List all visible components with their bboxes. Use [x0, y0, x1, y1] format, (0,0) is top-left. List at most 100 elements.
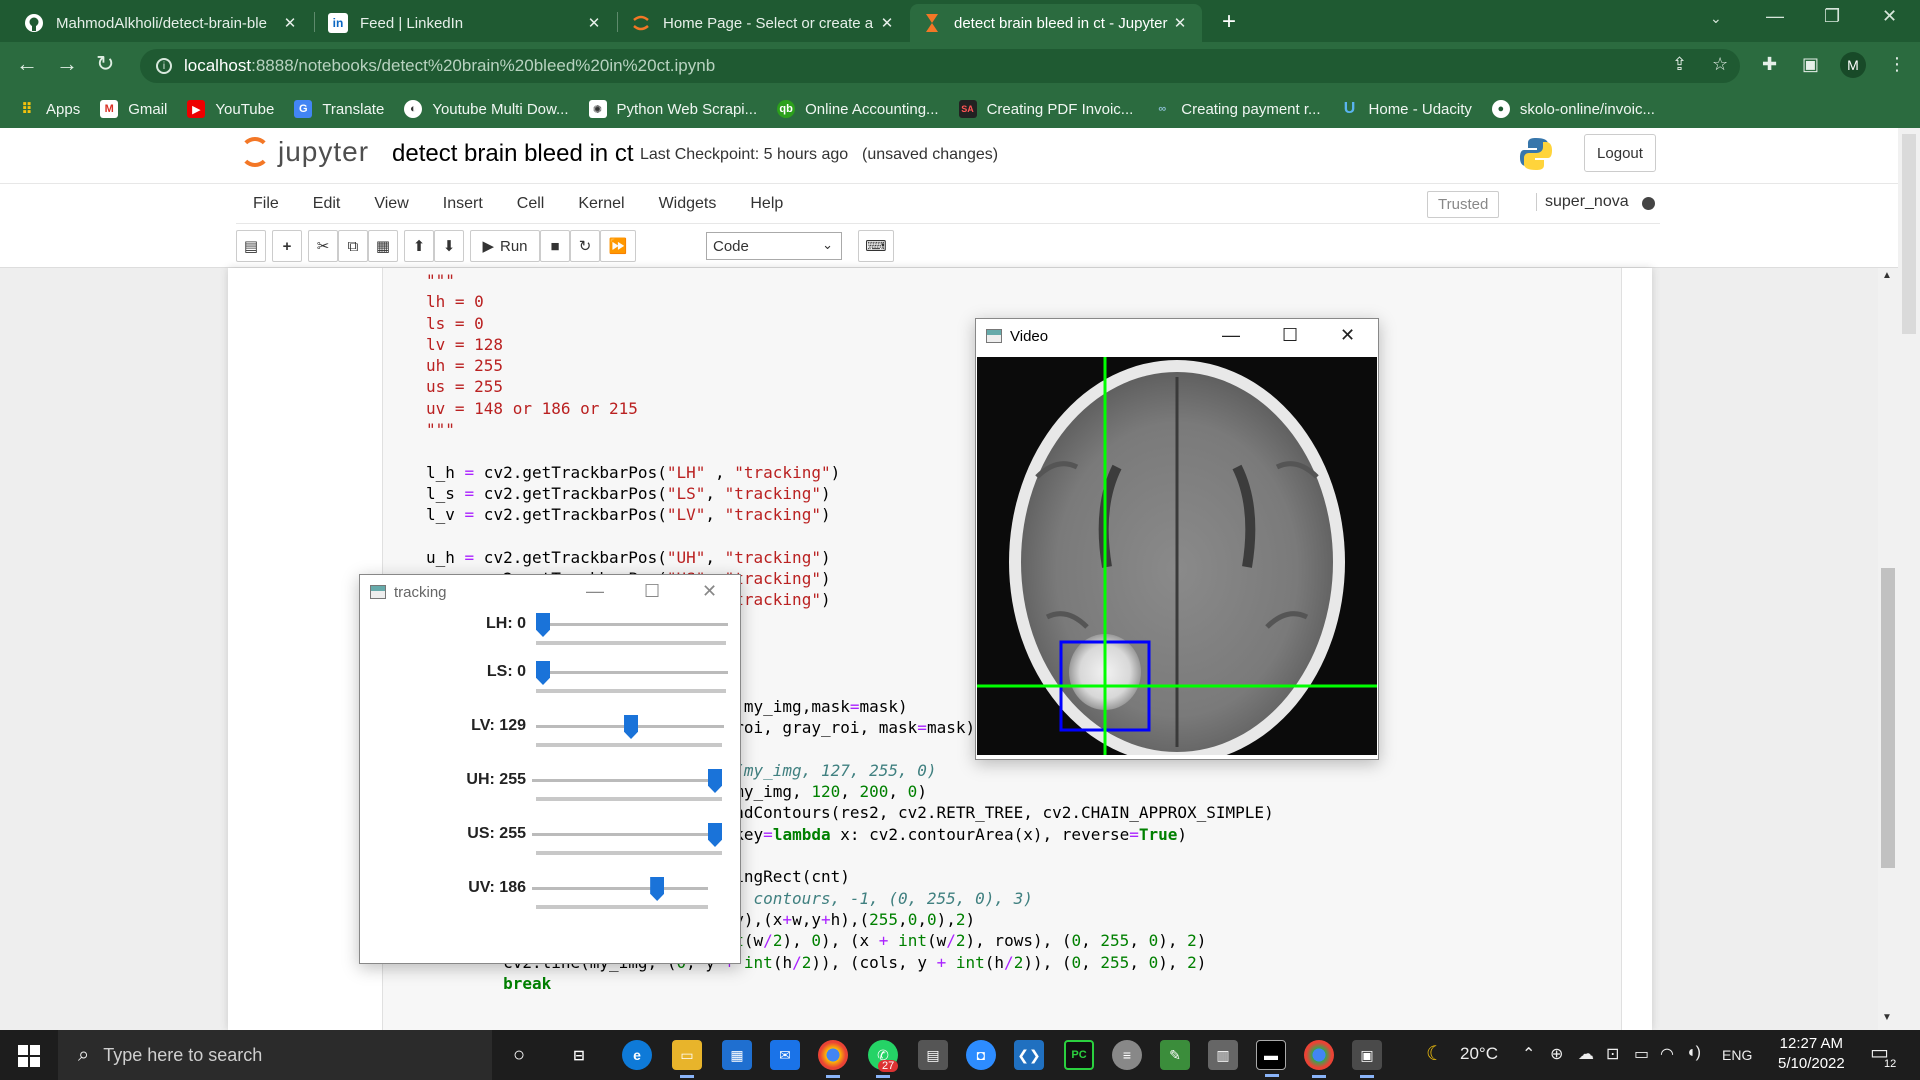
trackbar-lh[interactable]: LH: 0	[360, 613, 740, 655]
cell-type-select[interactable]: Code ⌄	[706, 232, 842, 260]
stop-icon[interactable]: ■	[540, 230, 570, 262]
menu-insert[interactable]: Insert	[426, 195, 500, 213]
more-menu-icon[interactable]: ⋮	[1888, 54, 1906, 75]
trackbar-thumb[interactable]	[536, 613, 550, 637]
tab-jupyter-home[interactable]: Home Page - Select or create a n ✕	[619, 4, 909, 42]
language-indicator[interactable]: ENG	[1722, 1047, 1752, 1063]
menu-help[interactable]: Help	[733, 195, 800, 213]
menu-cell[interactable]: Cell	[500, 195, 562, 213]
url-bar[interactable]: i localhost:8888/notebooks/detect%20brai…	[140, 49, 1740, 83]
new-tab-button[interactable]: +	[1222, 8, 1236, 36]
copy-icon[interactable]: ⧉	[338, 230, 368, 262]
trackbar-thumb[interactable]	[708, 769, 722, 793]
trackbar-lv[interactable]: LV: 129	[360, 715, 740, 757]
minimize-icon[interactable]: —	[586, 581, 604, 602]
notebook-scrollbar-thumb[interactable]	[1881, 568, 1895, 868]
trackbar-thumb[interactable]	[708, 823, 722, 847]
trackbar-uh[interactable]: UH: 255	[360, 769, 740, 811]
trackbar-us[interactable]: US: 255	[360, 823, 740, 865]
close-icon[interactable]: ✕	[702, 581, 717, 602]
bookmark-skolo[interactable]: ● skolo-online/invoic...	[1491, 100, 1655, 118]
zoom-icon[interactable]: ◘	[966, 1040, 996, 1070]
video-window-titlebar[interactable]: Video	[976, 319, 1378, 353]
trackbar-rail[interactable]	[532, 887, 708, 890]
menu-file[interactable]: File	[236, 195, 296, 213]
menu-edit[interactable]: Edit	[296, 195, 358, 213]
antivirus-icon[interactable]: ⊡	[1606, 1044, 1619, 1064]
trackbar-rail[interactable]	[536, 671, 728, 674]
opencv-window-icon[interactable]: ▣	[1352, 1040, 1382, 1078]
trackbar-rail[interactable]	[532, 779, 722, 782]
jupyter-logo[interactable]: jupyter	[240, 136, 369, 168]
chrome-icon[interactable]	[818, 1040, 848, 1078]
cut-icon[interactable]: ✂	[308, 230, 338, 262]
maximize-icon[interactable]: ☐	[644, 581, 660, 602]
battery-icon[interactable]: ▭	[1634, 1044, 1649, 1064]
bookmark-apps[interactable]: ⠿ Apps	[18, 100, 80, 119]
bookmark-creating-pdf[interactable]: SA Creating PDF Invoic...	[958, 100, 1133, 118]
trackbar-thumb[interactable]	[624, 715, 639, 739]
restore-icon[interactable]: ❐	[1824, 6, 1840, 27]
restart-icon[interactable]: ↻	[570, 230, 600, 262]
share-icon[interactable]: ⇪	[1672, 54, 1687, 75]
trackbar-rail[interactable]	[536, 623, 728, 626]
windows-start-icon[interactable]	[18, 1045, 40, 1067]
bookmark-udacity[interactable]: U Home - Udacity	[1341, 100, 1472, 118]
close-icon[interactable]: ✕	[1340, 325, 1355, 346]
tab-notebook-active[interactable]: detect brain bleed in ct - Jupyter ✕	[910, 4, 1202, 42]
mail-icon[interactable]: ✉	[770, 1040, 800, 1070]
scroll-up-icon[interactable]: ▲	[1882, 270, 1892, 281]
scroll-down-icon[interactable]: ▼	[1882, 1012, 1892, 1023]
image-editor-icon[interactable]: ✎	[1160, 1040, 1190, 1070]
tab-linkedin[interactable]: in Feed | LinkedIn ✕	[316, 4, 616, 42]
taskbar-search-box[interactable]: ⌕ Type here to search	[58, 1030, 492, 1080]
remote-desktop-icon[interactable]: ▥	[1208, 1040, 1238, 1070]
minimize-icon[interactable]: —	[1222, 325, 1240, 346]
menu-kernel[interactable]: Kernel	[561, 195, 641, 213]
tray-app-icon[interactable]: ⊕	[1550, 1044, 1563, 1064]
trackbar-thumb[interactable]	[650, 877, 665, 901]
bookmark-online-accounting[interactable]: qb Online Accounting...	[777, 100, 939, 118]
run-button[interactable]: ▶ Run	[470, 230, 540, 262]
bookmark-gmail[interactable]: M Gmail	[100, 100, 167, 118]
close-window-icon[interactable]: ✕	[1882, 6, 1897, 27]
bookmark-youtube[interactable]: ▶ YouTube	[187, 100, 274, 118]
system-clock[interactable]: 12:27 AM 5/10/2022	[1778, 1034, 1845, 1074]
chrome-profile-icon[interactable]	[1304, 1040, 1334, 1078]
tab-search-chevron-icon[interactable]: ⌄	[1710, 10, 1722, 27]
trackbar-ls[interactable]: LS: 0	[360, 661, 740, 703]
move-down-icon[interactable]: ⬇	[434, 230, 464, 262]
task-view-icon[interactable]: ⊟	[564, 1040, 594, 1070]
keyboard-icon[interactable]: ⌨	[858, 230, 894, 262]
logout-button[interactable]: Logout	[1584, 134, 1656, 172]
file-explorer-icon[interactable]: ▭	[672, 1040, 702, 1078]
trackbar-uv[interactable]: UV: 186	[360, 877, 740, 919]
cortana-icon[interactable]: ○	[504, 1040, 534, 1070]
reload-icon[interactable]: ↻	[96, 51, 114, 77]
edge-icon[interactable]: e	[622, 1040, 652, 1070]
database-icon[interactable]: ≡	[1112, 1040, 1142, 1070]
cloud-icon[interactable]: ☁	[1578, 1044, 1594, 1064]
tracking-window[interactable]: tracking — ☐ ✕ LH: 0 LS: 0 LV: 129 UH: 2…	[359, 574, 741, 964]
vscode-icon[interactable]: ❮❯	[1014, 1040, 1044, 1070]
side-panel-icon[interactable]: ▣	[1802, 54, 1819, 75]
weather-temp[interactable]: 20°C	[1460, 1044, 1498, 1064]
store-icon[interactable]: ▦	[722, 1040, 752, 1070]
bookmark-youtube-multi[interactable]: ◐ Youtube Multi Dow...	[404, 100, 569, 118]
profile-avatar[interactable]: M	[1840, 52, 1866, 78]
close-icon[interactable]: ✕	[1170, 14, 1190, 32]
close-icon[interactable]: ✕	[877, 14, 897, 32]
terminal-app-icon[interactable]: ▤	[918, 1040, 948, 1070]
close-icon[interactable]: ✕	[584, 14, 604, 32]
trusted-badge[interactable]: Trusted	[1427, 191, 1500, 218]
tracking-window-titlebar[interactable]: tracking	[360, 575, 740, 609]
menu-widgets[interactable]: Widgets	[642, 195, 734, 213]
weather-moon-icon[interactable]: ☾	[1426, 1041, 1444, 1066]
maximize-icon[interactable]: ☐	[1282, 325, 1298, 346]
bookmark-translate[interactable]: G Translate	[294, 100, 384, 118]
minimize-icon[interactable]: —	[1766, 6, 1784, 27]
trackbar-rail[interactable]	[532, 833, 722, 836]
notebook-name[interactable]: detect brain bleed in ct	[392, 140, 634, 168]
paste-icon[interactable]: ▦	[368, 230, 398, 262]
save-icon[interactable]: ▤	[236, 230, 266, 262]
